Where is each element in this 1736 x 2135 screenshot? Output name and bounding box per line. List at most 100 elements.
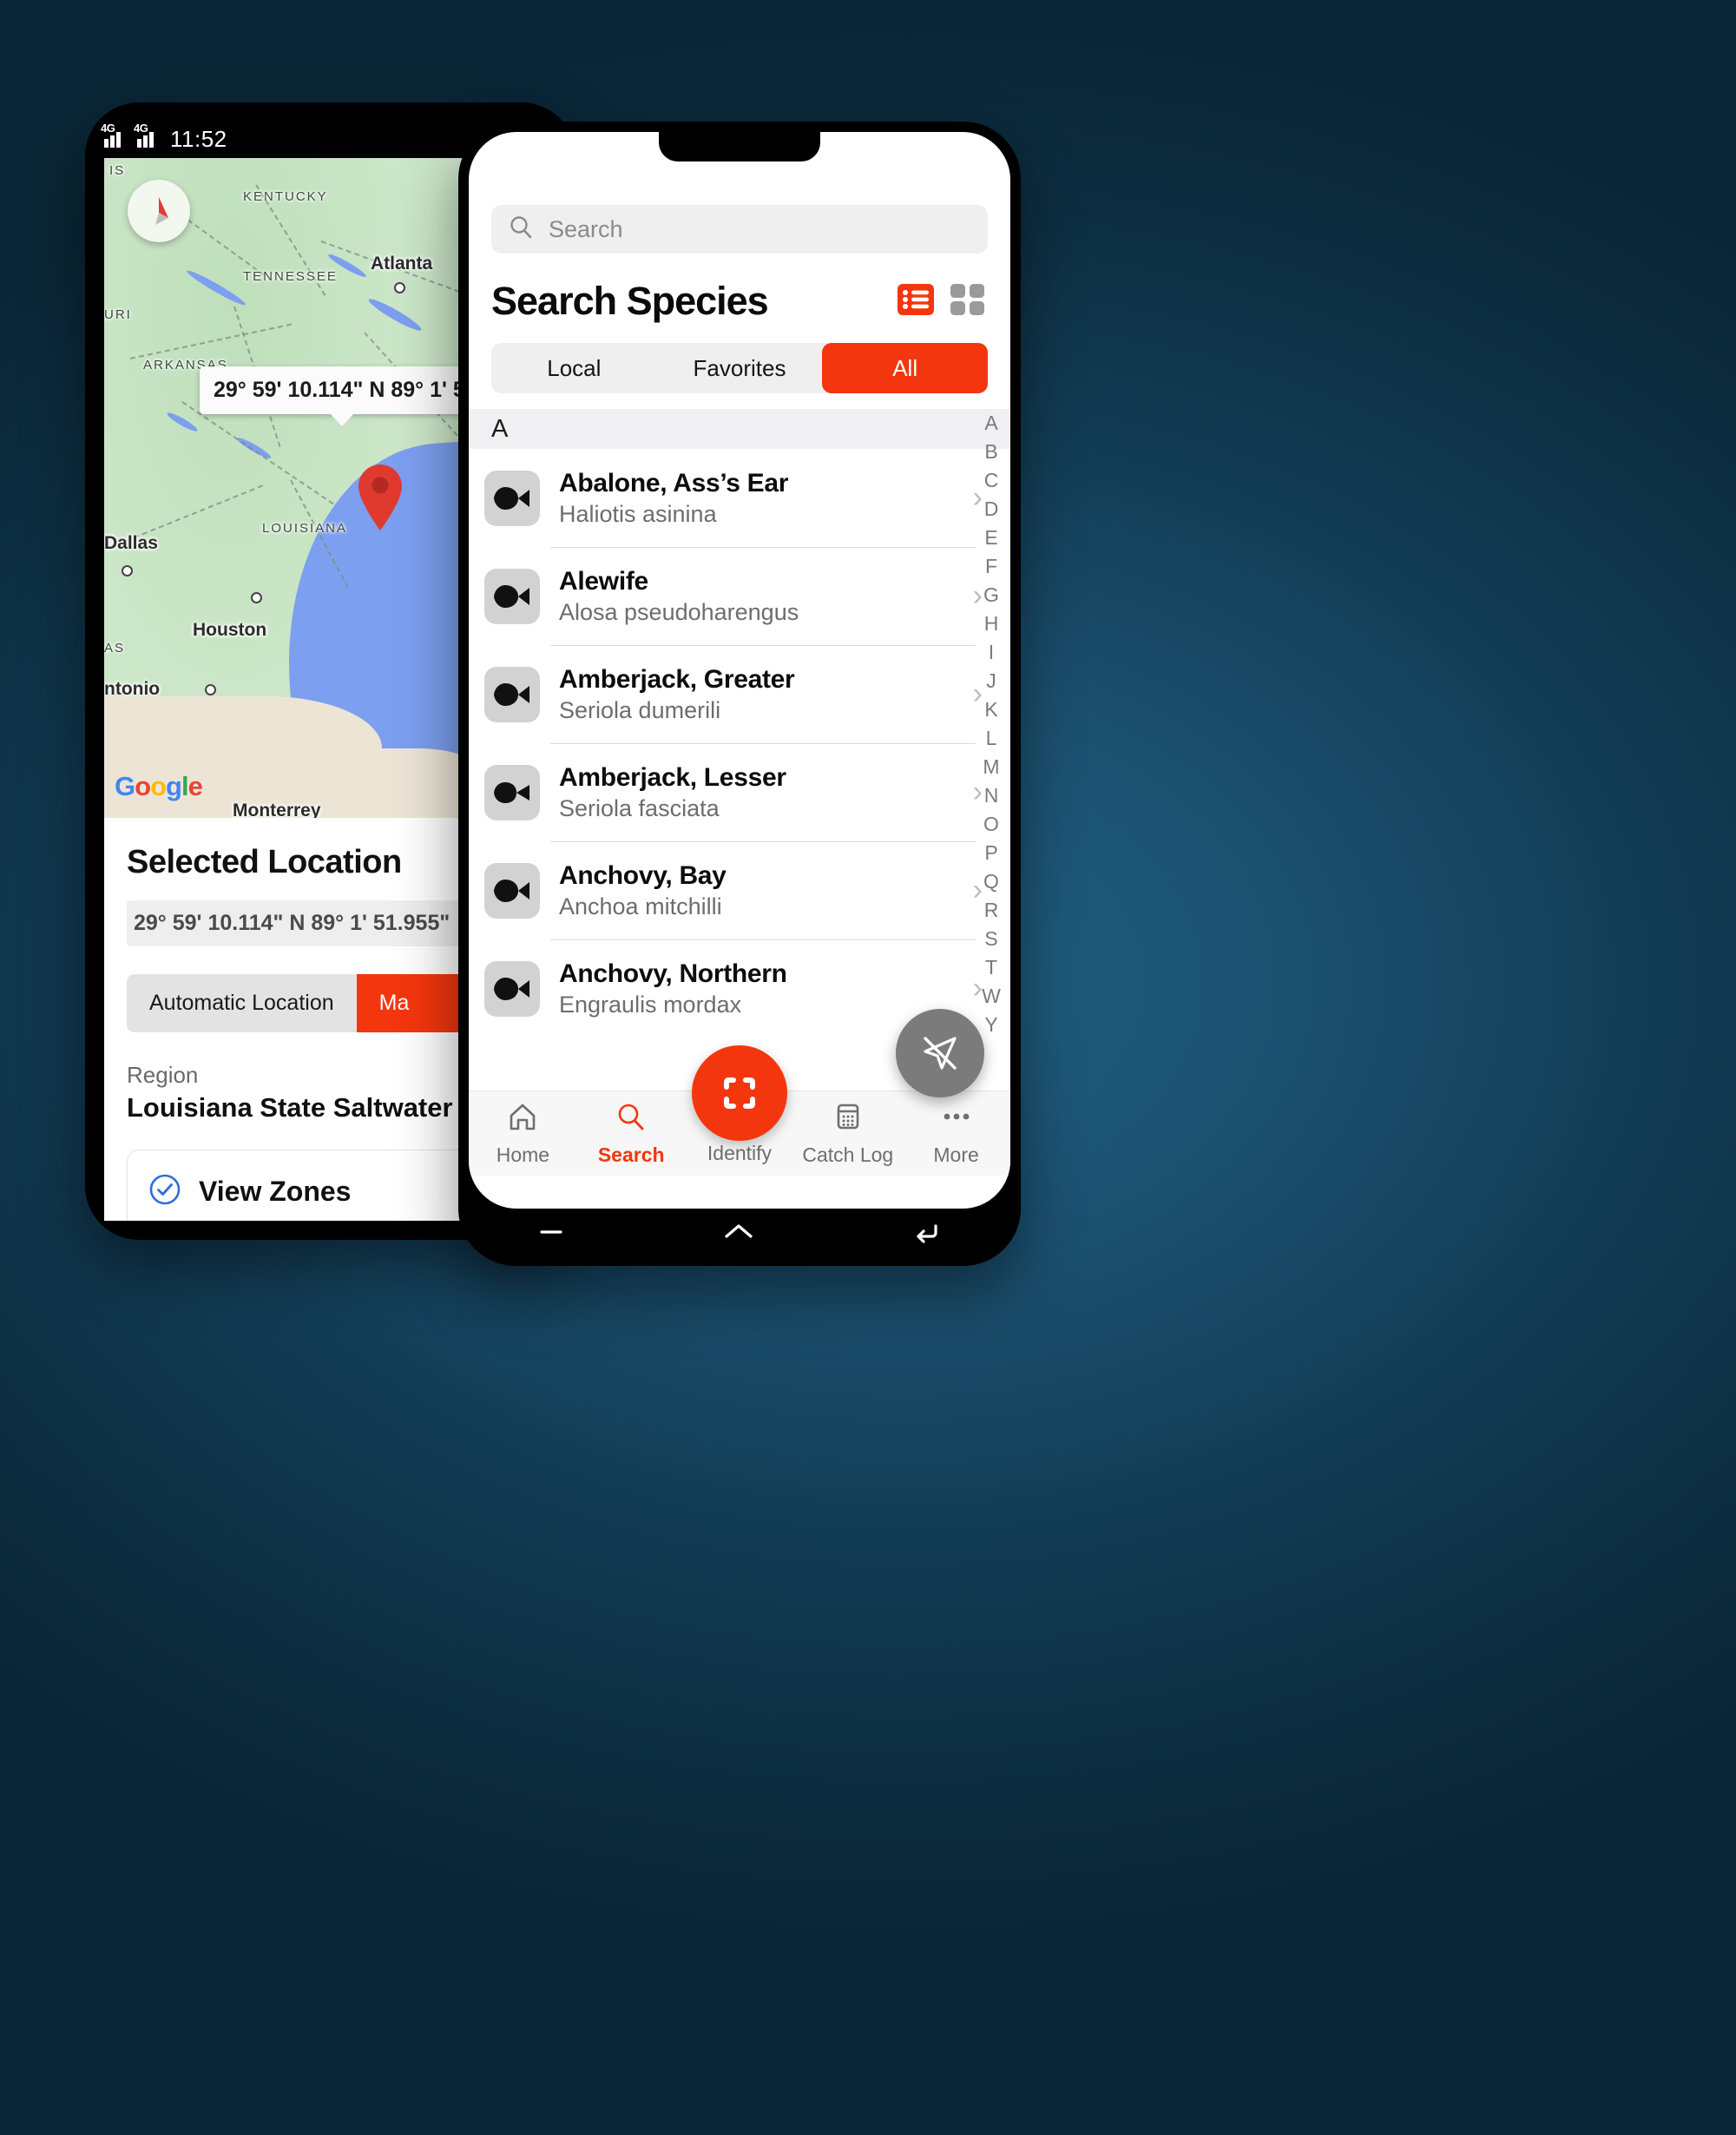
calendar-icon — [831, 1100, 865, 1137]
home-icon — [505, 1100, 540, 1137]
status-bar-clock: 11:52 — [170, 125, 227, 152]
alpha-index-item[interactable]: T — [985, 956, 997, 979]
species-scientific-name: Alosa pseudoharengus — [559, 598, 799, 625]
recents-button[interactable] — [202, 1194, 232, 1228]
alpha-index-item[interactable]: Q — [983, 870, 999, 893]
alpha-index-item[interactable]: J — [986, 669, 996, 693]
alpha-index-item[interactable]: E — [984, 526, 997, 550]
tab-favorites[interactable]: Favorites — [657, 343, 823, 393]
list-item[interactable]: Anchovy, Bay Anchoa mitchilli › — [469, 841, 1010, 939]
alpha-index-item[interactable]: L — [986, 727, 997, 750]
fish-icon — [484, 470, 540, 526]
map-label-city: Dallas — [104, 533, 158, 553]
search-placeholder: Search — [549, 215, 623, 242]
alpha-index-item[interactable]: B — [984, 440, 997, 464]
network-type-label-1: 4G — [101, 122, 115, 135]
alpha-index-item[interactable]: P — [984, 841, 997, 865]
tab-more[interactable]: More — [902, 1100, 1010, 1167]
species-name: Abalone, Ass’s Ear — [559, 468, 789, 498]
species-name: Alewife — [559, 566, 648, 596]
alpha-index-item[interactable]: W — [982, 985, 1001, 1008]
tab-home[interactable]: Home — [469, 1100, 577, 1167]
map-city-dot — [251, 592, 262, 603]
tab-all[interactable]: All — [822, 343, 989, 393]
alpha-index-item[interactable]: K — [984, 698, 997, 722]
list-item[interactable]: Alewife Alosa pseudoharengus › — [469, 547, 1010, 645]
species-scientific-name: Seriola fasciata — [559, 794, 720, 821]
map-label-city: Houston — [193, 620, 267, 640]
search-icon — [507, 214, 535, 246]
species-scientific-name: Anchoa mitchilli — [559, 893, 722, 919]
grid-view-icon[interactable] — [948, 280, 988, 324]
android-navigation-bar-right — [458, 1202, 1021, 1266]
map-label-city: Atlanta — [371, 254, 433, 273]
alpha-index-item[interactable]: H — [984, 612, 999, 636]
alpha-index-item[interactable]: C — [984, 469, 999, 492]
map-city-dot — [394, 282, 405, 293]
back-button[interactable] — [908, 1219, 946, 1249]
search-icon — [614, 1100, 648, 1137]
page-title: Search Species — [491, 279, 769, 323]
alpha-index-item[interactable]: R — [984, 899, 999, 922]
fish-icon — [484, 568, 540, 624]
fish-icon — [484, 862, 540, 919]
map-label-state: URI — [104, 307, 132, 322]
alpha-index-item[interactable]: M — [983, 755, 999, 779]
fish-icon — [484, 960, 540, 1017]
species-name: Anchovy, Northern — [559, 959, 787, 988]
map-label-state: LOUISIANA — [262, 521, 348, 536]
home-button[interactable] — [718, 1219, 760, 1249]
list-view-icon[interactable] — [896, 280, 936, 324]
automatic-location-button[interactable]: Automatic Location — [127, 974, 357, 1032]
tab-local[interactable]: Local — [491, 343, 657, 393]
device-notch — [659, 132, 820, 161]
network-type-label-2: 4G — [134, 122, 148, 135]
tab-label: More — [933, 1143, 979, 1166]
google-attribution-logo: Google — [115, 771, 203, 801]
list-item[interactable]: Amberjack, Lesser Seriola fasciata › — [469, 743, 1010, 841]
alpha-index-item[interactable]: A — [984, 412, 997, 435]
map-label-state: TENNESSEE — [243, 269, 338, 284]
home-button[interactable] — [427, 1194, 458, 1228]
tab-search[interactable]: Search — [577, 1100, 686, 1167]
alphabet-index[interactable]: A B C D E F G H I J K L M N O P Q R S T … — [976, 412, 1007, 1037]
recents-button[interactable] — [533, 1219, 569, 1249]
map-city-dot — [122, 565, 133, 577]
alpha-index-item[interactable]: Y — [984, 1013, 997, 1037]
identify-scan-button[interactable] — [692, 1045, 787, 1141]
list-item[interactable]: Amberjack, Greater Seriola dumerili › — [469, 645, 1010, 743]
map-location-pin[interactable] — [356, 464, 404, 531]
tab-label: Identify — [707, 1141, 773, 1164]
search-species-header: Search Species — [491, 271, 988, 332]
tab-label: Search — [597, 1143, 665, 1166]
map-label-state: KENTUCKY — [243, 189, 328, 204]
species-name: Anchovy, Bay — [559, 860, 727, 890]
map-label-city: Monterrey — [233, 801, 321, 818]
alpha-index-item[interactable]: F — [985, 555, 997, 578]
alpha-index-item[interactable]: I — [989, 641, 994, 664]
alpha-index-item[interactable]: N — [984, 784, 999, 807]
tab-label: Catch Log — [802, 1143, 894, 1166]
compass-icon[interactable] — [128, 180, 190, 242]
signal-icon-1: 4G — [101, 122, 127, 148]
signal-icon-2: 4G — [134, 122, 160, 148]
map-city-dot — [205, 684, 216, 695]
tab-catch-log[interactable]: Catch Log — [793, 1100, 902, 1167]
search-input[interactable]: Search — [491, 205, 988, 254]
status-bar-left: 4G 4G 11:52 — [101, 120, 451, 158]
alpha-index-item[interactable]: G — [983, 583, 999, 607]
list-item[interactable]: Abalone, Ass’s Ear Haliotis asinina › — [469, 449, 1010, 547]
right-phone-device: Search Search Species Local Favorites Al… — [458, 122, 1021, 1266]
alpha-index-item[interactable]: D — [984, 498, 999, 521]
species-scientific-name: Haliotis asinina — [559, 500, 717, 527]
alpha-index-item[interactable]: S — [984, 927, 997, 951]
species-scientific-name: Engraulis mordax — [559, 991, 742, 1018]
species-scientific-name: Seriola dumerili — [559, 696, 721, 723]
map-label-state: IS — [109, 163, 126, 178]
map-label-state: AS — [104, 641, 126, 656]
alpha-index-item[interactable]: O — [983, 813, 999, 836]
section-header-letter: A — [469, 409, 1010, 449]
navigation-off-icon[interactable] — [896, 1009, 984, 1097]
species-list[interactable]: Abalone, Ass’s Ear Haliotis asinina › Al… — [469, 449, 1010, 1034]
map-coordinate-callout: 29° 59' 10.114" N 89° 1' 5 — [200, 366, 479, 426]
